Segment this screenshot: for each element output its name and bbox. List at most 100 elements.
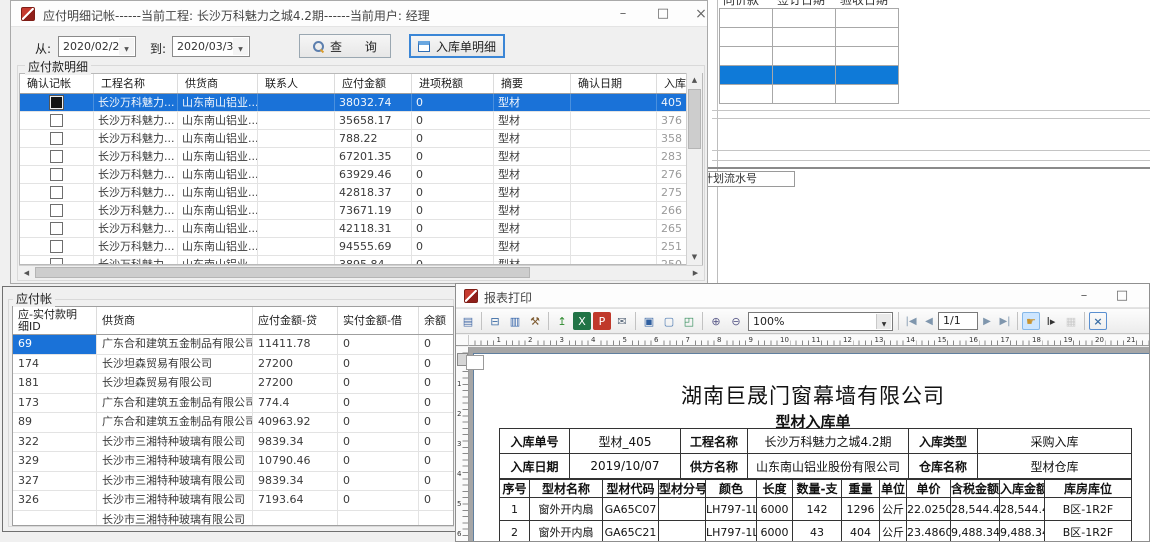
table-row[interactable] bbox=[720, 47, 898, 66]
first-page-button[interactable]: |◀ bbox=[902, 316, 920, 327]
table-row[interactable]: 长沙万科魅力...山东南山铝业...42818.370型材275 bbox=[20, 184, 702, 202]
close-preview-button[interactable]: × bbox=[1089, 312, 1107, 330]
table-row[interactable]: 181长沙坦森贸易有限公司2720000 bbox=[13, 374, 453, 394]
confirm-checkbox[interactable] bbox=[50, 204, 63, 217]
email-icon[interactable]: ✉ bbox=[613, 312, 631, 330]
confirm-checkbox[interactable] bbox=[50, 132, 63, 145]
confirm-checkbox[interactable] bbox=[50, 96, 63, 109]
chevron-down-icon[interactable] bbox=[876, 314, 891, 329]
column-header-4[interactable]: 联系人 bbox=[258, 74, 335, 93]
next-page-button[interactable]: ▶ bbox=[978, 316, 996, 327]
table-row[interactable]: 329长沙市三湘特种玻璃有限公司10790.4600 bbox=[13, 452, 453, 472]
page-indicator-input[interactable]: 1/1 bbox=[938, 312, 978, 330]
confirm-checkbox[interactable] bbox=[50, 240, 63, 253]
close-button[interactable]: × bbox=[687, 3, 715, 25]
table-row[interactable] bbox=[720, 66, 898, 85]
column-header-8[interactable]: 确认日期 bbox=[571, 74, 657, 93]
table-row[interactable] bbox=[720, 9, 898, 28]
column-header-3[interactable]: 供货商 bbox=[178, 74, 258, 93]
minimize-button[interactable]: – bbox=[1070, 285, 1098, 307]
last-page-button[interactable]: ▶| bbox=[996, 316, 1014, 327]
detail-cell bbox=[659, 498, 706, 521]
confirm-checkbox[interactable] bbox=[50, 150, 63, 163]
scroll-down-icon[interactable] bbox=[687, 250, 702, 265]
chevron-down-icon[interactable] bbox=[233, 38, 248, 55]
zoom-in-icon[interactable]: ⊕ bbox=[707, 312, 725, 330]
minimize-button[interactable]: – bbox=[609, 3, 637, 25]
chevron-down-icon[interactable] bbox=[119, 38, 134, 55]
column-header-2[interactable]: 工程名称 bbox=[94, 74, 178, 93]
page-corner-handle[interactable] bbox=[466, 355, 484, 370]
table-row[interactable]: 69广东合和建筑五金制品有限公司11411.7800 bbox=[13, 335, 453, 355]
table-row[interactable]: 322长沙市三湘特种玻璃有限公司9839.3400 bbox=[13, 433, 453, 453]
column-header-6[interactable]: 进项税额 bbox=[412, 74, 494, 93]
column-header-9[interactable]: 入库 bbox=[657, 74, 688, 93]
confirm-checkbox[interactable] bbox=[50, 168, 63, 181]
text-select-icon[interactable]: I▸ bbox=[1042, 312, 1060, 330]
scroll-right-icon[interactable] bbox=[688, 266, 703, 279]
table-row[interactable]: 长沙万科魅力...山东南山铝业...67201.350型材283 bbox=[20, 148, 702, 166]
confirm-checkbox[interactable] bbox=[50, 114, 63, 127]
table-row[interactable]: 长沙万科魅力...山东南山铝业...42118.310型材265 bbox=[20, 220, 702, 238]
inbound-detail-button[interactable]: 入库单明细 bbox=[409, 34, 505, 58]
close-button[interactable]: × bbox=[1144, 285, 1150, 307]
title-bar[interactable]: 应付明细记帐------当前工程: 长沙万科魅力之城4.2期------当前用户… bbox=[11, 1, 707, 27]
payable-detail-window: 应付明细记帐------当前工程: 长沙万科魅力之城4.2期------当前用户… bbox=[10, 0, 708, 284]
hand-tool-icon[interactable]: ☛ bbox=[1022, 312, 1040, 330]
scroll-left-icon[interactable] bbox=[19, 266, 34, 279]
cell-project: 长沙万科魅力... bbox=[94, 220, 178, 237]
table-row[interactable]: 174长沙坦森贸易有限公司2720000 bbox=[13, 355, 453, 375]
table-row[interactable]: 长沙万科魅力...山东南山铝业...38032.740型材405 bbox=[20, 94, 702, 112]
horizontal-scrollbar[interactable] bbox=[19, 265, 703, 279]
column-header-1[interactable]: 应-实付款明 细ID bbox=[13, 307, 97, 334]
export-pdf-icon[interactable]: P bbox=[593, 312, 611, 330]
column-header-3[interactable]: 应付金额-贷 bbox=[253, 307, 338, 334]
scroll-up-icon[interactable] bbox=[687, 73, 702, 88]
table-row[interactable]: 长沙市三湘特种玻璃有限公司 bbox=[13, 511, 453, 526]
table-row[interactable] bbox=[720, 85, 898, 104]
design-icon[interactable]: ⚒ bbox=[526, 312, 544, 330]
table-row[interactable]: 长沙万科魅力...山东南山铝业...788.220型材358 bbox=[20, 130, 702, 148]
export-html-icon[interactable]: ◰ bbox=[680, 312, 698, 330]
export-excel-icon[interactable]: X bbox=[573, 312, 591, 330]
save-icon[interactable]: ▣ bbox=[640, 312, 658, 330]
table-row[interactable]: 长沙万科魅力...山东南山铝业...94555.690型材251 bbox=[20, 238, 702, 256]
zoom-out-icon[interactable]: ⊖ bbox=[727, 312, 745, 330]
query-button[interactable]: 查 询 bbox=[299, 34, 391, 58]
page-icon[interactable]: ▢ bbox=[660, 312, 678, 330]
to-date-combobox[interactable]: 2020/03/31 bbox=[172, 36, 250, 57]
maximize-button[interactable]: □ bbox=[649, 3, 677, 25]
cell-id: 326 bbox=[13, 491, 97, 510]
copy-page-icon[interactable]: ▦ bbox=[1062, 312, 1080, 330]
column-header-5[interactable]: 余额 bbox=[419, 307, 454, 334]
column-header-2[interactable]: 供货商 bbox=[97, 307, 253, 334]
table-row[interactable]: 89广东合和建筑五金制品有限公司40963.9200 bbox=[13, 413, 453, 433]
previous-page-button[interactable]: ◀ bbox=[920, 316, 938, 327]
column-header-7[interactable]: 摘要 bbox=[494, 74, 571, 93]
table-row[interactable]: 173广东合和建筑五金制品有限公司774.400 bbox=[13, 394, 453, 414]
column-header-4[interactable]: 实付金额-借 bbox=[338, 307, 419, 334]
title-bar[interactable]: 报表打印 – □ × bbox=[456, 284, 1149, 308]
toc-panel-icon[interactable]: ▤ bbox=[459, 312, 477, 330]
table-row[interactable]: 长沙万科魅力...山东南山铝业...73671.190型材266 bbox=[20, 202, 702, 220]
table-row[interactable]: 327长沙市三湘特种玻璃有限公司9839.3400 bbox=[13, 472, 453, 492]
export-icon[interactable]: ↥ bbox=[553, 312, 571, 330]
zoom-level-combobox[interactable]: 100% bbox=[748, 312, 893, 331]
vertical-scrollbar[interactable] bbox=[686, 73, 702, 265]
maximize-button[interactable]: □ bbox=[1108, 285, 1136, 307]
table-row[interactable] bbox=[720, 28, 898, 47]
page-setup-icon[interactable]: ▥ bbox=[506, 312, 524, 330]
print-icon[interactable]: ⊟ bbox=[486, 312, 504, 330]
column-header-5[interactable]: 应付金额 bbox=[335, 74, 412, 93]
confirm-checkbox[interactable] bbox=[50, 186, 63, 199]
table-row[interactable]: 长沙万科魅力...山东南山铝业...3895.840型材250 bbox=[20, 256, 702, 264]
confirm-checkbox[interactable] bbox=[50, 222, 63, 235]
column-header-1[interactable]: 确认记帐 bbox=[20, 74, 94, 93]
from-date-combobox[interactable]: 2020/02/29 bbox=[58, 36, 136, 57]
table-row[interactable]: 326长沙市三湘特种玻璃有限公司7193.6400 bbox=[13, 491, 453, 511]
scrollbar-thumb[interactable] bbox=[688, 89, 701, 149]
table-row[interactable]: 长沙万科魅力...山东南山铝业...35658.170型材376 bbox=[20, 112, 702, 130]
table-row[interactable]: 长沙万科魅力...山东南山铝业...63929.460型材276 bbox=[20, 166, 702, 184]
scrollbar-thumb[interactable] bbox=[35, 267, 530, 278]
confirm-checkbox[interactable] bbox=[50, 258, 63, 264]
